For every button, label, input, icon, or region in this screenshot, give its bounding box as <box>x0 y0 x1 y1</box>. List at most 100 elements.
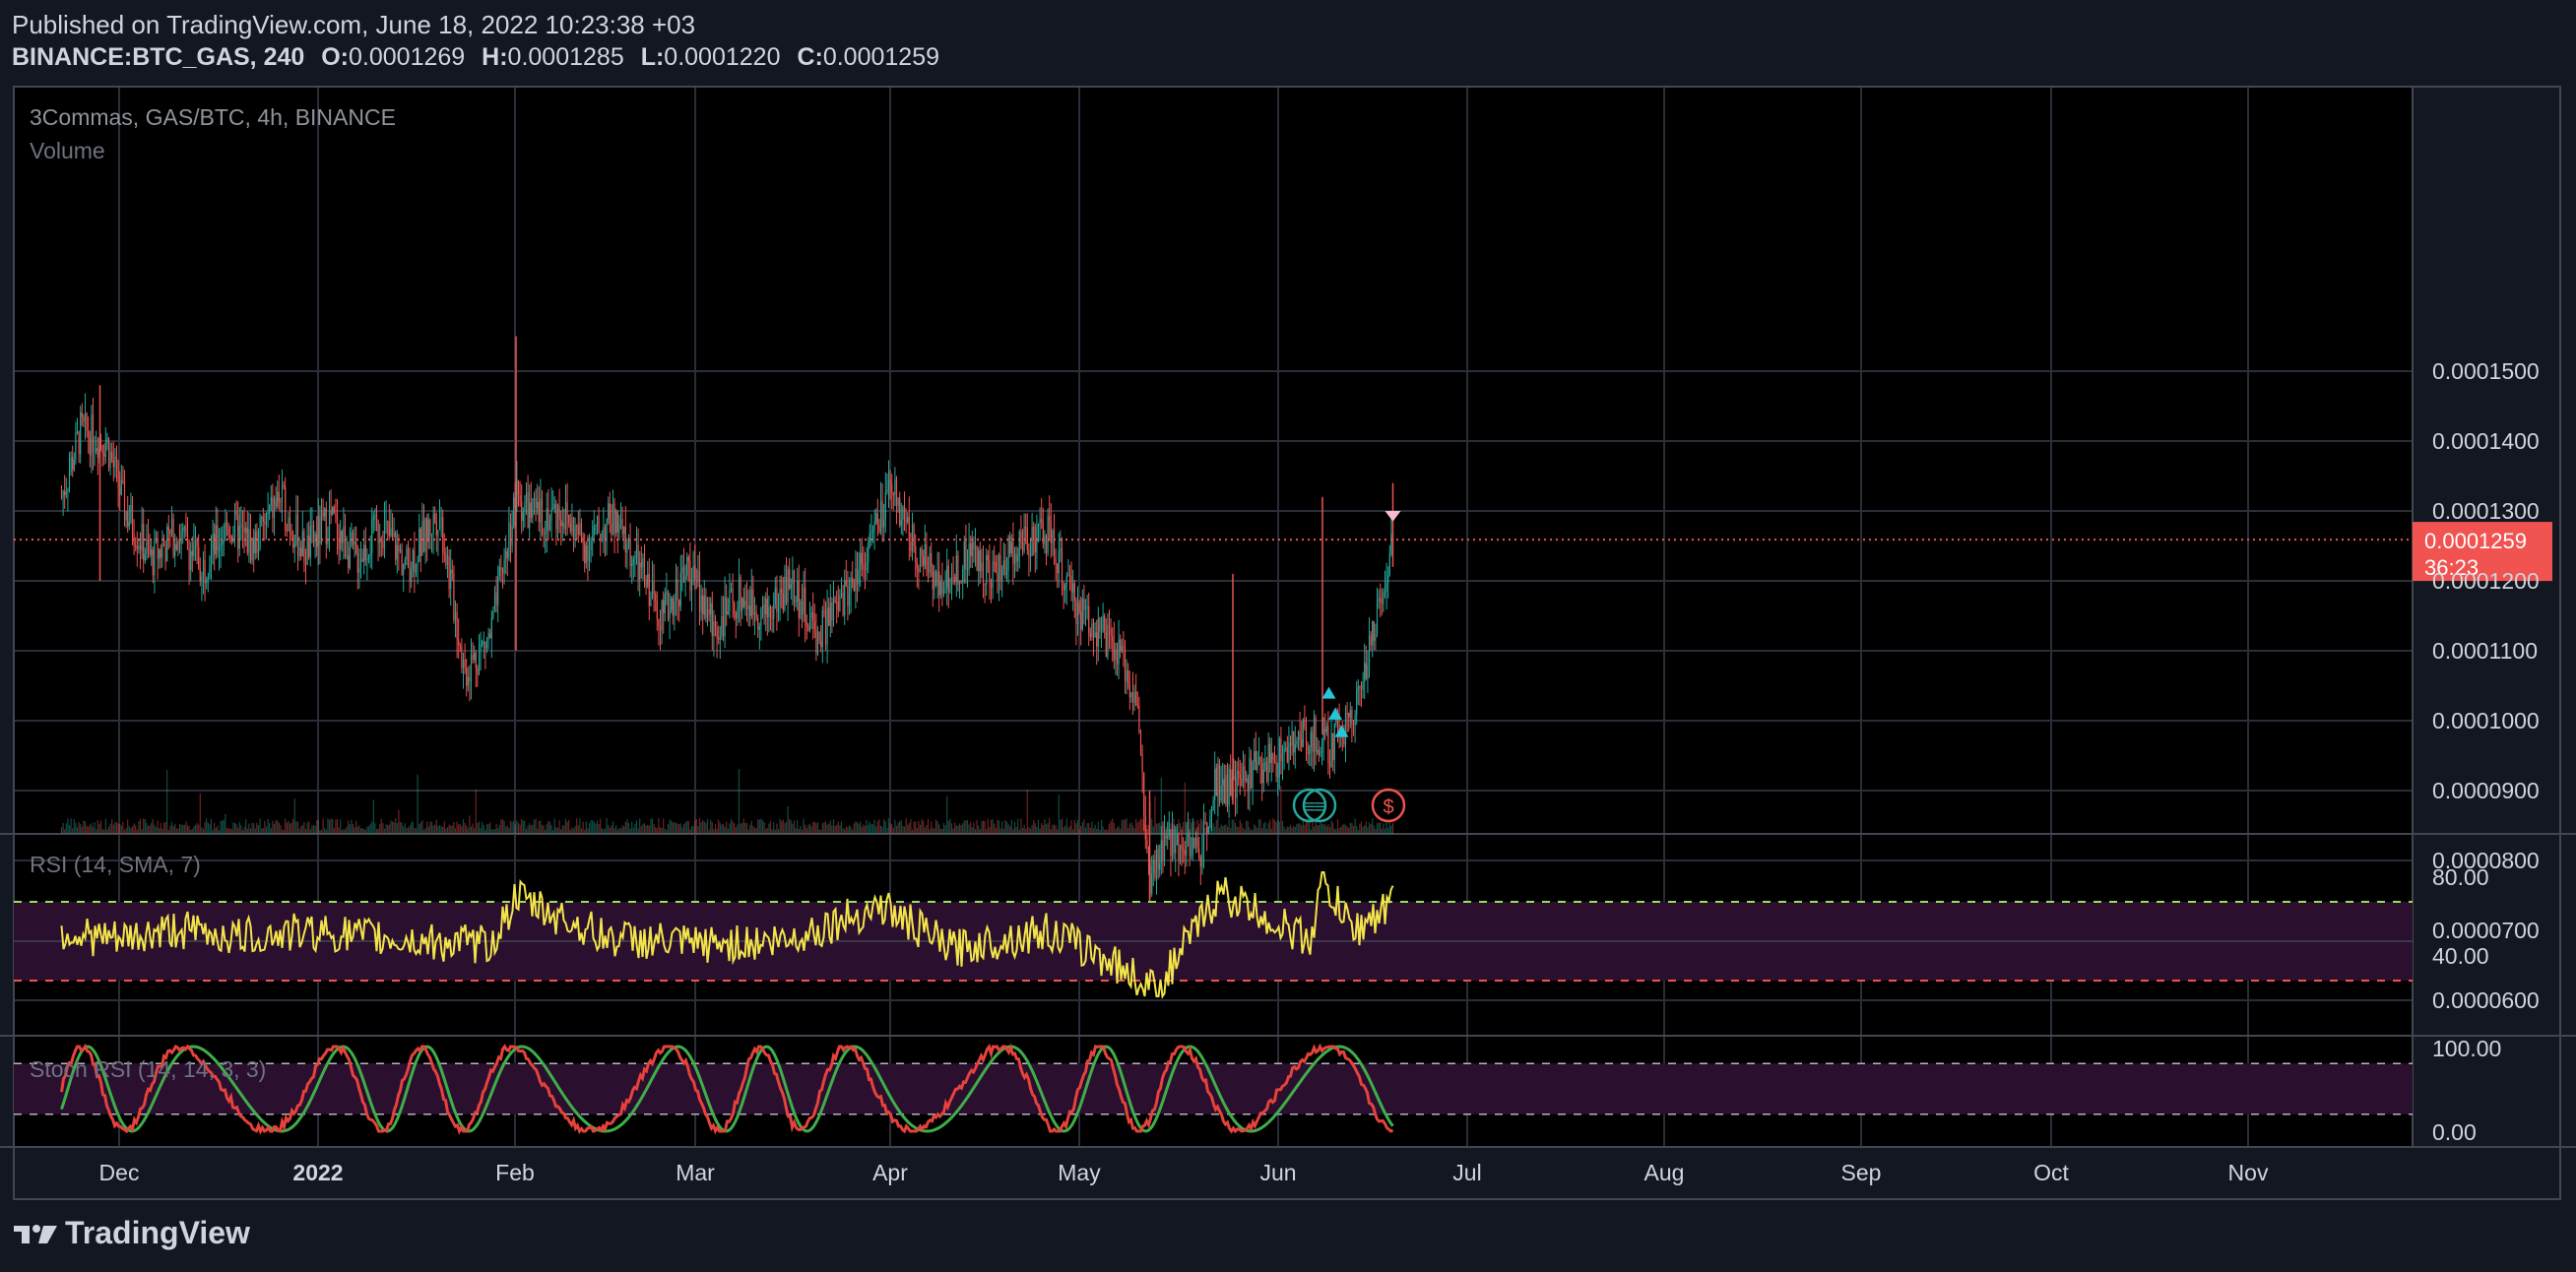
volume-bar <box>1261 828 1263 834</box>
candle-body <box>280 501 282 503</box>
volume-bar <box>1304 824 1306 834</box>
volume-bar <box>1194 828 1197 834</box>
candle-body <box>1097 618 1099 647</box>
candle-body <box>866 562 868 571</box>
candle-body <box>681 567 683 573</box>
volume-bar <box>648 825 650 834</box>
price-tick-label: 0.0001400 <box>2432 428 2540 454</box>
volume-bar <box>1391 822 1394 834</box>
candle-body <box>498 566 500 577</box>
volume-bar <box>175 828 177 834</box>
candle-body <box>265 513 268 525</box>
candle-body <box>67 488 69 492</box>
candle-body <box>676 579 678 600</box>
time-tick-label: Oct <box>2033 1160 2069 1185</box>
time-tick-label: Aug <box>1644 1160 1685 1185</box>
candle-body <box>540 498 542 523</box>
volume-bar <box>114 821 116 834</box>
volume-bar <box>1091 821 1093 834</box>
candle-body <box>564 502 567 529</box>
volume-bar <box>220 820 222 834</box>
stoch-pane-title: Stoch RSI (14, 14, 3, 3) <box>30 1056 266 1082</box>
candle-body <box>75 431 77 460</box>
candle-body <box>1001 569 1003 581</box>
volume-bar <box>973 822 975 834</box>
volume-bar <box>78 821 80 834</box>
candle-body <box>80 412 82 455</box>
volume-bar <box>372 799 374 834</box>
candle-body <box>978 550 980 571</box>
volume-bar <box>1044 819 1046 834</box>
candle-body <box>1121 645 1123 652</box>
volume-bar <box>1299 823 1301 834</box>
candle-body <box>1330 732 1332 768</box>
volume-bar <box>1104 829 1106 834</box>
candle-body <box>237 514 239 549</box>
candle-body <box>808 618 811 632</box>
volume-bar <box>169 825 171 834</box>
volume-bar <box>1184 782 1186 834</box>
volume-bar <box>714 824 717 834</box>
volume-bar <box>1031 825 1033 834</box>
candle-body <box>550 508 552 521</box>
volume-bar <box>1181 826 1183 834</box>
volume-bar <box>889 823 891 834</box>
candle-body <box>1301 739 1303 747</box>
volume-bar <box>75 822 77 834</box>
volume-bar <box>1269 819 1271 834</box>
candle-body <box>415 564 418 573</box>
candle-body <box>1068 575 1071 577</box>
candle-body <box>1261 763 1263 784</box>
event-marker-glyph: ≡ <box>1314 796 1325 818</box>
volume-bar <box>771 829 773 834</box>
volume-bar <box>606 818 608 834</box>
candle-body <box>76 431 79 433</box>
candle-body <box>1294 744 1296 753</box>
volume-bar <box>311 825 313 834</box>
volume-bar <box>1023 824 1025 834</box>
candle-body <box>1124 647 1127 681</box>
candle-body <box>545 532 547 535</box>
candle-body <box>209 565 211 578</box>
volume-bar <box>1152 826 1154 834</box>
rsi-tick-label: 40.00 <box>2432 943 2489 969</box>
volume-bar <box>1344 824 1347 834</box>
volume-bar <box>1086 823 1088 834</box>
candle-body <box>821 610 823 648</box>
volume-bar <box>548 821 551 834</box>
volume-bar <box>1196 819 1198 834</box>
close-value: 0.0001259 <box>822 43 940 71</box>
candle-body <box>710 603 712 615</box>
volume-bar <box>787 805 789 834</box>
candle-body <box>84 413 87 422</box>
candle-body <box>1159 862 1161 870</box>
tradingview-logo[interactable]: TradingView <box>12 1215 250 1251</box>
candle-body <box>1063 584 1064 591</box>
candle-body <box>261 516 263 518</box>
candle-body <box>472 655 474 660</box>
volume-bar <box>658 818 660 834</box>
candle-body <box>724 597 726 637</box>
volume-bar <box>1155 823 1158 834</box>
candle-body <box>1108 624 1111 629</box>
volume-bar <box>627 822 630 834</box>
time-tick-label: Nov <box>2228 1160 2269 1185</box>
candle-body <box>349 546 351 568</box>
candle-body <box>164 546 166 562</box>
volume-bar <box>316 820 318 834</box>
candle-body <box>139 545 142 551</box>
volume-bar <box>340 819 342 834</box>
volume-bar <box>351 819 353 834</box>
candle-body <box>212 534 214 550</box>
volume-bar <box>1178 819 1180 834</box>
volume-bar <box>456 821 458 834</box>
volume-bar <box>222 820 224 834</box>
candle-body <box>1278 738 1280 778</box>
volume-bar <box>170 821 173 834</box>
candle-body <box>555 503 557 530</box>
volume-bar <box>1294 826 1296 834</box>
candle-body <box>571 517 573 532</box>
volume-bar <box>421 819 423 834</box>
volume-bar <box>593 821 595 834</box>
volume-bar <box>514 824 516 834</box>
